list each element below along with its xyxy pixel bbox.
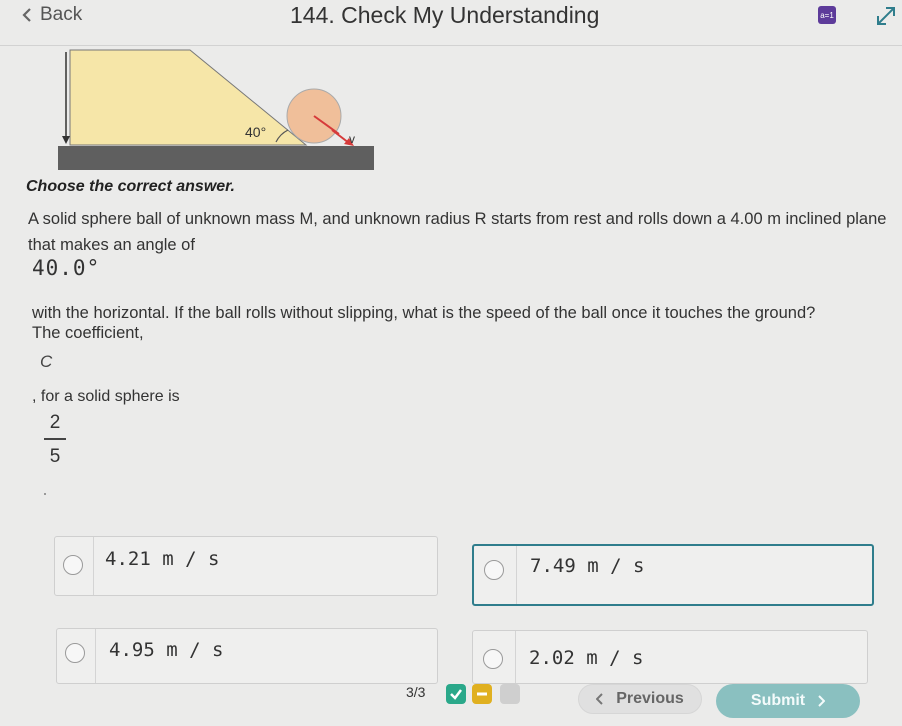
radio-button[interactable]: [484, 560, 504, 580]
incline-plane: [69, 49, 308, 146]
coefficient-variable: C: [40, 352, 53, 371]
angle-label: 40°: [245, 124, 266, 140]
answer-option-a[interactable]: 4.21 m / s: [54, 536, 438, 596]
option-value: 4.95 m / s: [109, 639, 224, 661]
fraction-numerator: 2: [49, 412, 61, 433]
ground: [58, 146, 374, 170]
answer-option-c[interactable]: 4.95 m / s: [56, 628, 438, 684]
fraction-denominator: 5: [49, 445, 61, 467]
page-title: 144. Check My Understanding: [290, 2, 600, 28]
fraction-bar: [44, 438, 66, 440]
instruction-text: Choose the correct answer.: [26, 178, 235, 195]
cursor-dot: [44, 493, 46, 495]
expand-icon[interactable]: [874, 4, 898, 28]
chevron-left-icon: [22, 8, 31, 22]
previous-label: Previous: [616, 690, 684, 707]
option-divider: [95, 629, 96, 683]
option-divider: [516, 546, 517, 604]
answer-option-b[interactable]: 7.49 m / s: [472, 544, 874, 606]
question-text-2: with the horizontal. If the ball rolls w…: [32, 304, 816, 322]
previous-button[interactable]: Previous: [578, 684, 702, 714]
radio-button[interactable]: [63, 555, 83, 575]
back-label: Back: [40, 4, 83, 25]
option-value: 4.21 m / s: [105, 548, 220, 570]
progress-counter: 3/3: [406, 684, 426, 700]
question-text-1: A solid sphere ball of unknown mass M, a…: [28, 210, 887, 254]
check-icon: [450, 689, 462, 700]
question-status-empty[interactable]: [500, 684, 520, 704]
back-button[interactable]: Back: [22, 4, 82, 26]
option-value: 7.49 m / s: [530, 555, 645, 577]
question-status-partial[interactable]: [472, 684, 492, 704]
angle-value: 40.0°: [32, 256, 101, 280]
header-bar: Back 144. Check My Understanding a=1: [0, 0, 902, 46]
radio-button[interactable]: [65, 643, 85, 663]
velocity-arrow: [331, 129, 350, 144]
option-value: 2.02 m / s: [529, 647, 644, 669]
calculator-icon[interactable]: a=1: [818, 6, 836, 24]
question-text-4: , for a solid sphere is: [32, 388, 180, 405]
coefficient-fraction: 2 5: [44, 412, 66, 468]
option-divider: [93, 537, 94, 595]
minus-icon: [477, 692, 487, 696]
submit-button[interactable]: Submit: [716, 684, 860, 718]
question-status-complete[interactable]: [446, 684, 466, 704]
answer-option-d[interactable]: 2.02 m / s: [472, 630, 868, 684]
question-text-3: The coefficient,: [32, 324, 144, 342]
velocity-label: v: [349, 132, 355, 146]
submit-label: Submit: [750, 692, 806, 709]
incline-diagram: 40° v: [58, 49, 374, 170]
option-divider: [515, 631, 516, 683]
chevron-right-icon: [818, 695, 826, 707]
radio-button[interactable]: [483, 649, 503, 669]
chevron-left-icon: [596, 693, 603, 705]
